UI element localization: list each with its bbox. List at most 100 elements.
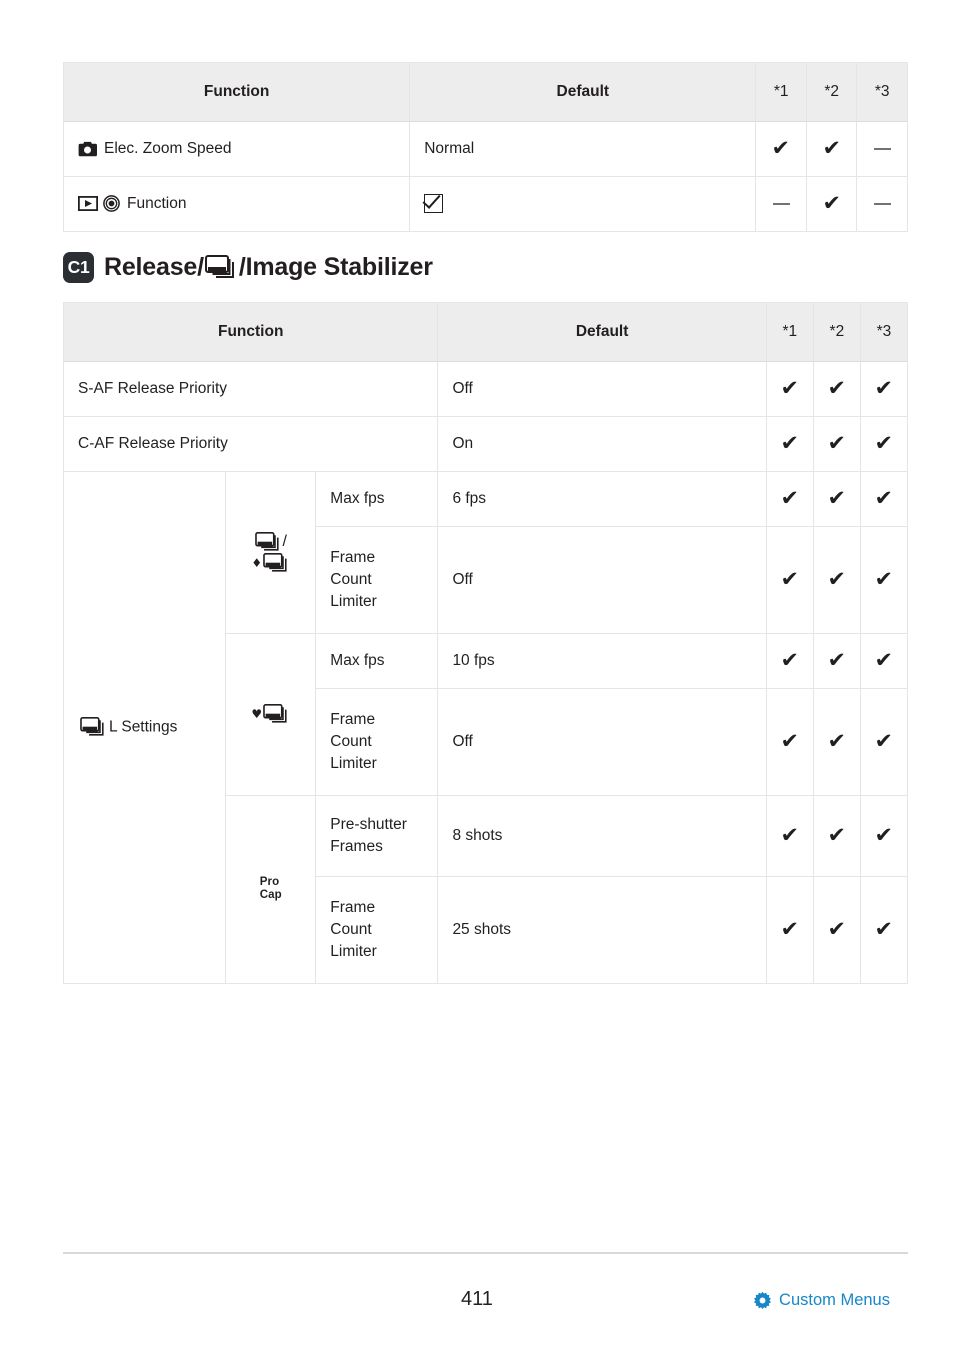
check-icon: ✔ <box>780 567 800 591</box>
star3-cell <box>856 176 908 232</box>
star1-cell: ✔ <box>765 876 814 984</box>
footer-divider <box>63 1252 908 1254</box>
record-icon <box>103 195 120 213</box>
check-icon: ✔ <box>822 136 841 160</box>
release-settings-table: Function Default *1 *2 *3 S-AF Release P… <box>62 302 909 984</box>
star3-cell: ✔ <box>859 416 909 472</box>
subfunction-label: Frame Count Limiter <box>330 899 377 960</box>
function-cell: C-AF Release Priority <box>62 416 439 472</box>
check-icon: ✔ <box>827 917 847 941</box>
column-header-star1: *1 <box>765 302 814 362</box>
procap-line2: Cap <box>259 888 282 901</box>
star1-cell: ✔ <box>765 416 814 472</box>
group-label-cell: L Settings <box>62 471 227 984</box>
silent-drive-icon: ♥ <box>225 633 317 796</box>
subfunction-cell: Max fps <box>315 633 439 689</box>
check-icon: ✔ <box>780 648 800 672</box>
manual-page: Function Default *1 *2 *3 Elec. Zoom Spe… <box>0 0 954 1354</box>
star3-cell: ✔ <box>859 633 909 689</box>
star1-cell: ✔ <box>765 795 814 877</box>
subfunction-label: Pre-shutter Frames <box>330 816 407 855</box>
function-cell: S-AF Release Priority <box>62 361 439 417</box>
playback-icon <box>78 196 98 212</box>
star1-cell: ✔ <box>765 633 814 689</box>
subfunction-cell: Frame Count Limiter <box>315 688 439 796</box>
table-row: Elec. Zoom Speed Normal ✔ ✔ <box>62 121 908 177</box>
check-icon: ✔ <box>827 567 847 591</box>
check-icon: ✔ <box>780 431 800 455</box>
group-label: L Settings <box>109 718 178 736</box>
burst-drive-icon <box>263 552 290 574</box>
star1-cell: ✔ <box>765 361 814 417</box>
pro-capture-icon: Pro Cap <box>225 795 317 984</box>
subfunction-cell: Pre-shutter Frames <box>315 795 439 877</box>
check-icon: ✔ <box>874 917 894 941</box>
function-cell: Elec. Zoom Speed <box>62 121 411 177</box>
star3-cell: ✔ <box>859 876 909 984</box>
table-header-row: Function Default *1 *2 *3 <box>62 62 908 122</box>
procap-line1: Pro <box>259 876 280 889</box>
default-cell: Off <box>437 361 767 417</box>
dash-icon <box>873 202 891 205</box>
star2-cell: ✔ <box>812 526 861 634</box>
table-row: C-AF Release Priority On ✔ ✔ ✔ <box>62 416 909 472</box>
default-cell: On <box>437 416 767 472</box>
camera-icon <box>78 141 97 157</box>
check-icon: ✔ <box>780 917 800 941</box>
burst-drive-icon <box>204 254 238 281</box>
check-icon: ✔ <box>874 729 894 753</box>
checkbox-checked-icon <box>424 193 444 213</box>
default-cell: Off <box>437 526 767 634</box>
check-icon: ✔ <box>780 376 800 400</box>
star3-cell: ✔ <box>859 361 909 417</box>
star1-cell: ✔ <box>755 121 807 177</box>
gear-icon <box>753 1291 772 1310</box>
sequential-low-drive-icon: / ♦ <box>225 471 317 634</box>
footer-custom-menus-link[interactable]: Custom Menus <box>753 1291 890 1310</box>
subfunction-cell: Frame Count Limiter <box>315 526 439 634</box>
table-header-row: Function Default *1 *2 *3 <box>62 302 909 362</box>
star2-cell: ✔ <box>812 688 861 796</box>
check-icon: ✔ <box>827 431 847 455</box>
section-title-after: /Image Stabilizer <box>238 253 433 281</box>
star3-cell: ✔ <box>859 471 909 527</box>
subfunction-label: Frame Count Limiter <box>330 711 377 772</box>
heart-marker-icon: ♥ <box>251 707 263 721</box>
table-row: Function ✔ <box>62 176 908 232</box>
default-cell: 6 fps <box>437 471 767 527</box>
star2-cell: ✔ <box>805 176 858 232</box>
star2-cell: ✔ <box>812 633 861 689</box>
star1-cell: ✔ <box>765 526 814 634</box>
star1-cell: ✔ <box>765 471 814 527</box>
check-icon: ✔ <box>874 567 894 591</box>
star2-cell: ✔ <box>812 361 861 417</box>
column-header-star3: *3 <box>859 302 909 362</box>
check-icon: ✔ <box>822 191 841 215</box>
check-icon: ✔ <box>874 823 894 847</box>
star2-cell: ✔ <box>812 876 861 984</box>
column-header-default: Default <box>437 302 767 362</box>
burst-drive-icon <box>80 717 107 738</box>
check-icon: ✔ <box>780 486 800 510</box>
check-icon: ✔ <box>874 431 894 455</box>
function-label: Function <box>127 195 187 212</box>
default-cell <box>409 176 757 232</box>
footer-link-label: Custom Menus <box>779 1291 890 1309</box>
dash-icon <box>873 147 891 150</box>
check-icon: ✔ <box>827 729 847 753</box>
check-icon: ✔ <box>827 823 847 847</box>
section-title-before: Release/ <box>104 253 204 281</box>
star3-cell: ✔ <box>859 795 909 877</box>
top-settings-table: Function Default *1 *2 *3 Elec. Zoom Spe… <box>62 62 908 232</box>
check-icon: ✔ <box>874 486 894 510</box>
star2-cell: ✔ <box>812 795 861 877</box>
diamond-marker-icon: ♦ <box>251 555 263 570</box>
column-header-function: Function <box>62 62 411 122</box>
star2-cell: ✔ <box>812 471 861 527</box>
column-header-star1: *1 <box>755 62 807 122</box>
subfunction-cell: Max fps <box>315 471 439 527</box>
c1-badge: C1 <box>63 252 94 283</box>
column-header-default: Default <box>409 62 757 122</box>
default-cell: 10 fps <box>437 633 767 689</box>
dash-icon <box>772 202 790 205</box>
